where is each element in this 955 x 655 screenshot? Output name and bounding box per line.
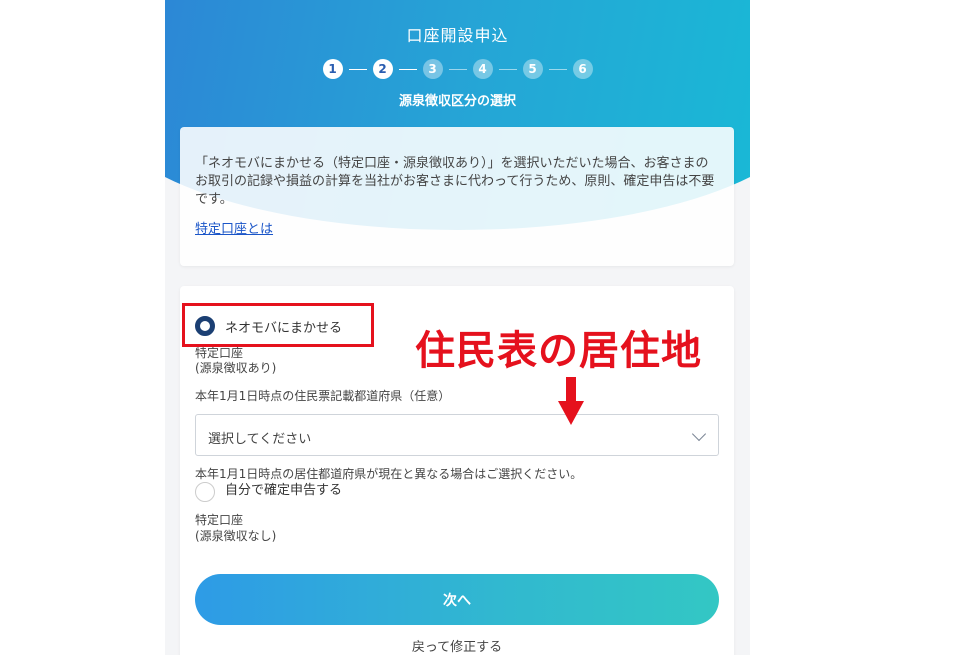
next-button[interactable]: 次へ xyxy=(195,574,719,625)
option-desc: (源泉徴収なし) xyxy=(195,529,277,543)
tokutei-account-link[interactable]: 特定口座とは xyxy=(195,218,273,237)
highlight-box xyxy=(182,303,374,347)
radio-unselected-icon[interactable] xyxy=(195,482,215,502)
step-1: 1 xyxy=(322,59,343,79)
prefecture-select[interactable]: 選択してください xyxy=(195,414,719,456)
step-4: 4 xyxy=(472,59,493,79)
option-desc: 特定口座 xyxy=(195,346,244,360)
step-5: 5 xyxy=(522,59,543,79)
step-connector xyxy=(448,68,467,70)
step-connector xyxy=(348,68,367,70)
page-title: 口座開設申込 xyxy=(406,26,509,45)
step-3: 3 xyxy=(422,59,443,79)
option-desc: 特定口座 xyxy=(195,513,244,527)
step-connector xyxy=(548,68,567,70)
step-connector xyxy=(398,68,417,70)
annotation-text: 住民表の居住地 xyxy=(415,328,702,374)
select-placeholder: 選択してください xyxy=(208,432,312,447)
option-desc: (源泉徴収あり) xyxy=(195,361,277,375)
step-connector xyxy=(498,68,517,70)
option-self-filing[interactable]: 自分で確定申告する xyxy=(195,482,342,502)
arrow-down-icon xyxy=(558,377,584,425)
step-2: 2 xyxy=(372,59,393,79)
option-label: 自分で確定申告する xyxy=(225,482,343,498)
chevron-down-icon xyxy=(691,426,707,442)
prefecture-label: 本年1月1日時点の住民票記載都道府県（任意） xyxy=(195,389,451,403)
step-indicator: 1 2 3 4 5 6 xyxy=(165,59,750,79)
back-link[interactable]: 戻って修正する xyxy=(180,636,734,655)
info-card: 「ネオモバにまかせる（特定口座・源泉徴収あり）」を選択いただいた場合、お客さまの… xyxy=(180,127,734,266)
info-text: 「ネオモバにまかせる（特定口座・源泉徴収あり）」を選択いただいた場合、お客さまの… xyxy=(195,156,715,207)
step-subtitle: 源泉徴収区分の選択 xyxy=(398,94,516,109)
step-6: 6 xyxy=(572,59,593,79)
